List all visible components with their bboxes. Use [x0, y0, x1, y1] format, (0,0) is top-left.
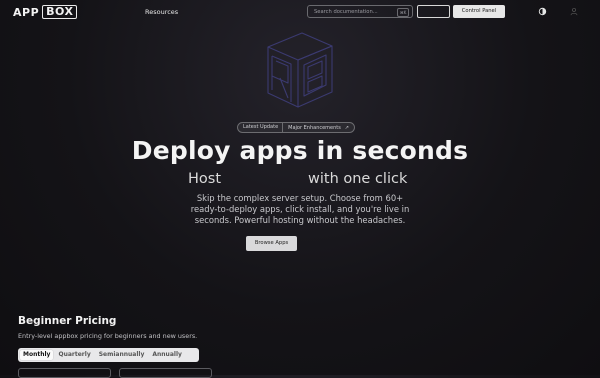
search-shortcut-badge: ⌘K	[397, 8, 409, 17]
external-link-icon: ↗	[344, 124, 349, 131]
appbox-cube-logo	[267, 32, 333, 108]
control-panel-button[interactable]: Control Panel	[453, 5, 505, 18]
nav-resources-link[interactable]: Resources	[145, 8, 178, 16]
outline-button[interactable]	[417, 5, 450, 18]
appbox-logo[interactable]: APP BOX	[13, 5, 78, 19]
badge-latest-update: Latest Update	[238, 123, 284, 132]
tab-monthly[interactable]: Monthly	[20, 350, 54, 360]
tab-semiannually[interactable]: Semiannually	[96, 350, 148, 360]
logo-text: APP	[13, 5, 40, 19]
logo-box-text: BOX	[42, 5, 78, 19]
search-input[interactable]: Search documentation... ⌘K	[307, 5, 413, 18]
theme-toggle-icon[interactable]	[538, 7, 547, 16]
browse-apps-button[interactable]: Browse Apps	[246, 236, 297, 251]
hero-title: Deploy apps in seconds	[131, 136, 469, 165]
hero-subtitle-left: Host	[188, 171, 222, 187]
pricing-card	[18, 368, 111, 378]
top-navbar: APP BOX Resources Search documentation..…	[0, 0, 600, 26]
account-icon[interactable]	[570, 7, 578, 16]
latest-update-badge[interactable]: Latest Update Major Enhancements ↗	[237, 122, 355, 133]
tab-quarterly[interactable]: Quarterly	[55, 350, 93, 360]
hero-subtitle-right: with one click	[308, 171, 408, 187]
pricing-card	[119, 368, 212, 378]
billing-period-tabs: Monthly Quarterly Semiannually Annually	[18, 348, 199, 362]
search-placeholder: Search documentation...	[314, 8, 378, 15]
hero-description: Skip the complex server setup. Choose fr…	[190, 193, 410, 225]
badge-major-enhancements: Major Enhancements	[288, 124, 341, 131]
pricing-subtitle: Entry-level appbox pricing for beginners…	[18, 332, 198, 340]
tab-annually[interactable]: Annually	[149, 350, 185, 360]
pricing-title: Beginner Pricing	[18, 315, 117, 327]
